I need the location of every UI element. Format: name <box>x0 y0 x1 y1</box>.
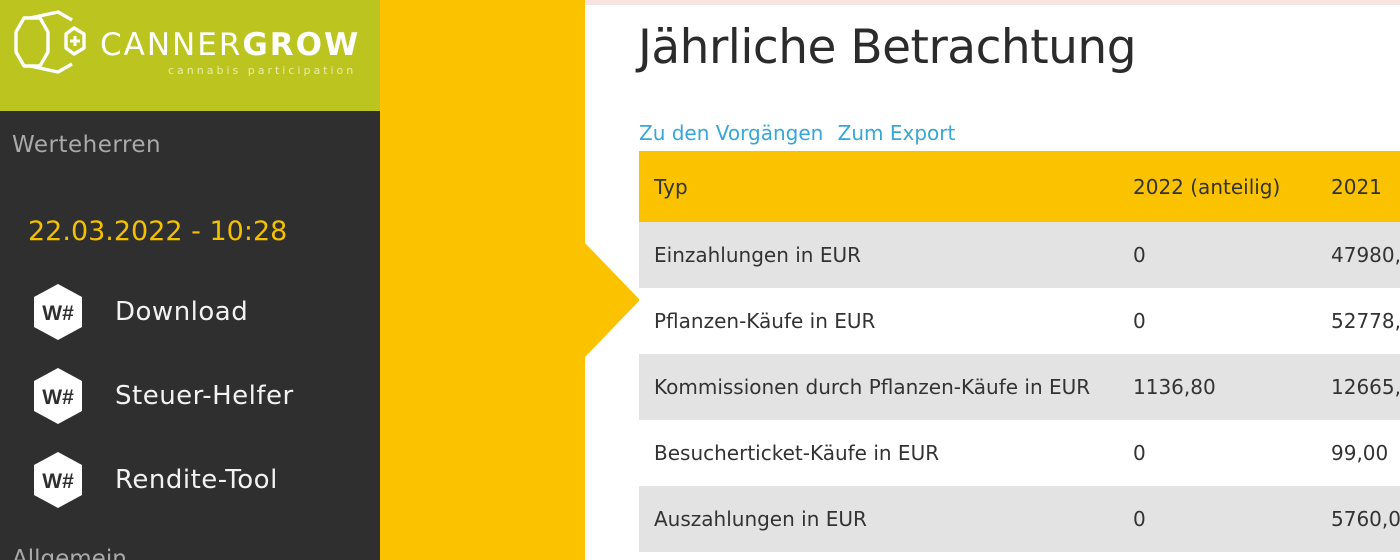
cell-type: Pflanzen-Käufe in EUR <box>654 309 876 333</box>
wh-badge-icon: W# <box>34 368 82 424</box>
sidebar-item-label: Download <box>115 297 249 327</box>
brand-name-light: CANNER <box>100 27 243 63</box>
brand-name: CANNERGROW <box>100 30 360 61</box>
svg-text:W#: W# <box>42 302 74 325</box>
sidebar-datetime: 22.03.2022 - 10:28 <box>28 216 288 247</box>
cell-2021: 52778,20 <box>1331 309 1400 333</box>
sidebar-item-steuer-helfer[interactable]: W# Steuer-Helfer <box>28 366 368 426</box>
table-row: Besucherticket-Käufe in EUR 0 99,00 <box>639 420 1400 486</box>
cell-2021: 5760,00 <box>1331 507 1400 531</box>
brand-name-bold: GROW <box>242 27 361 63</box>
decorative-band <box>380 0 585 560</box>
table-header-row: Typ 2022 (anteilig) 2021 <box>639 151 1400 222</box>
sidebar-section-heading: Allgemein <box>12 546 127 560</box>
logo[interactable]: CANNERGROW cannabis participation <box>0 0 380 111</box>
transactions-link[interactable]: Zu den Vorgängen <box>639 121 823 145</box>
table-row: Einzahlungen in EUR 0 47980,00 <box>639 222 1400 288</box>
brand-tagline: cannabis participation <box>168 64 357 77</box>
svg-text:W#: W# <box>42 470 74 493</box>
sidebar-item-download[interactable]: W# Download <box>28 282 368 342</box>
page-title: Jährliche Betrachtung <box>638 20 1137 75</box>
table-row: Auszahlungen in EUR 0 5760,00 <box>639 486 1400 552</box>
action-links: Zu den Vorgängen Zum Export <box>639 121 955 145</box>
wh-badge-icon: W# <box>34 452 82 508</box>
cell-2022: 0 <box>1133 243 1146 267</box>
cell-type: Auszahlungen in EUR <box>654 507 867 531</box>
cell-2022: 1136,80 <box>1133 375 1216 399</box>
table-row: Pflanzen-Käufe in EUR 0 52778,20 <box>639 288 1400 354</box>
table-row: Kommissionen durch Pflanzen-Käufe in EUR… <box>639 354 1400 420</box>
export-link[interactable]: Zum Export <box>838 121 956 145</box>
sidebar-heading: Werteherren <box>12 132 162 158</box>
cell-2021: 47980,00 <box>1331 243 1400 267</box>
cell-type: Besucherticket-Käufe in EUR <box>654 441 940 465</box>
sidebar: CANNERGROW cannabis participation Werteh… <box>0 0 380 560</box>
cell-2021: 12665,40 <box>1331 375 1400 399</box>
cell-2022: 0 <box>1133 441 1146 465</box>
main-content: Jährliche Betrachtung Zu den Vorgängen Z… <box>585 0 1400 560</box>
top-strip <box>585 0 1400 5</box>
yearly-table: Typ 2022 (anteilig) 2021 Einzahlungen in… <box>639 151 1400 552</box>
column-header-type: Typ <box>654 174 688 199</box>
cell-type: Einzahlungen in EUR <box>654 243 862 267</box>
cell-2021: 99,00 <box>1331 441 1389 465</box>
svg-text:W#: W# <box>42 386 74 409</box>
wh-badge-icon: W# <box>34 284 82 340</box>
sidebar-item-label: Rendite-Tool <box>115 465 278 495</box>
cell-2022: 0 <box>1133 507 1146 531</box>
column-header-2021: 2021 <box>1331 174 1382 199</box>
cell-2022: 0 <box>1133 309 1146 333</box>
sidebar-item-label: Steuer-Helfer <box>115 381 294 411</box>
cannergrow-logo-icon <box>14 10 86 74</box>
cell-type: Kommissionen durch Pflanzen-Käufe in EUR <box>654 375 1091 399</box>
sidebar-item-rendite-tool[interactable]: W# Rendite-Tool <box>28 450 368 510</box>
column-header-2022: 2022 (anteilig) <box>1133 174 1281 199</box>
